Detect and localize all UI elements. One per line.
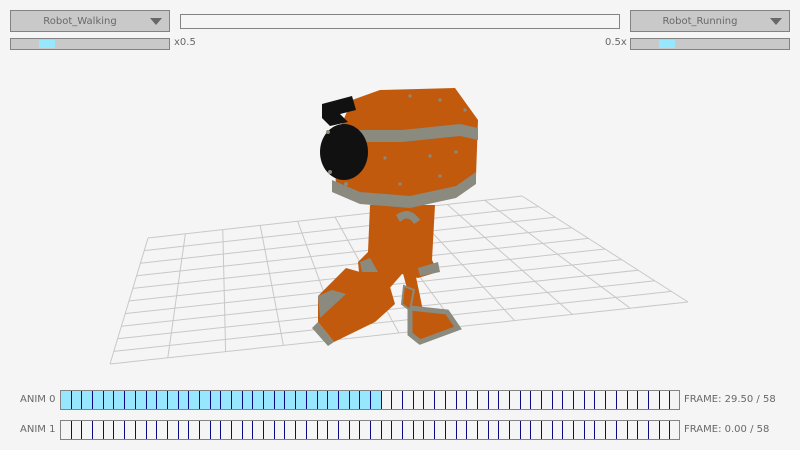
anim-1-timeline[interactable] <box>60 420 680 440</box>
right-speed-label: 0.5x <box>605 37 627 48</box>
right-animation-label: Robot_Running <box>662 15 738 27</box>
anim-0-frame-readout: FRAME: 29.50 / 58 <box>684 394 776 405</box>
left-speed-label: x0.5 <box>174 37 196 48</box>
blend-bar[interactable] <box>180 14 620 29</box>
caret-down-icon <box>770 18 782 25</box>
left-animation-label: Robot_Walking <box>43 15 117 27</box>
right-speed-thumb[interactable] <box>659 40 675 48</box>
caret-down-icon <box>150 18 162 25</box>
anim-0-label: ANIM 0 <box>20 394 56 405</box>
left-animation-dropdown[interactable]: Robot_Walking <box>10 10 170 32</box>
3d-viewport[interactable] <box>0 0 800 450</box>
anim-1-label: ANIM 1 <box>20 424 56 435</box>
right-speed-slider[interactable] <box>630 38 790 50</box>
anim-0-timeline[interactable] <box>60 390 680 410</box>
timeline-progress <box>61 391 382 409</box>
left-speed-slider[interactable] <box>10 38 170 50</box>
right-animation-dropdown[interactable]: Robot_Running <box>630 10 790 32</box>
anim-1-frame-readout: FRAME: 0.00 / 58 <box>684 424 770 435</box>
left-speed-thumb[interactable] <box>39 40 55 48</box>
